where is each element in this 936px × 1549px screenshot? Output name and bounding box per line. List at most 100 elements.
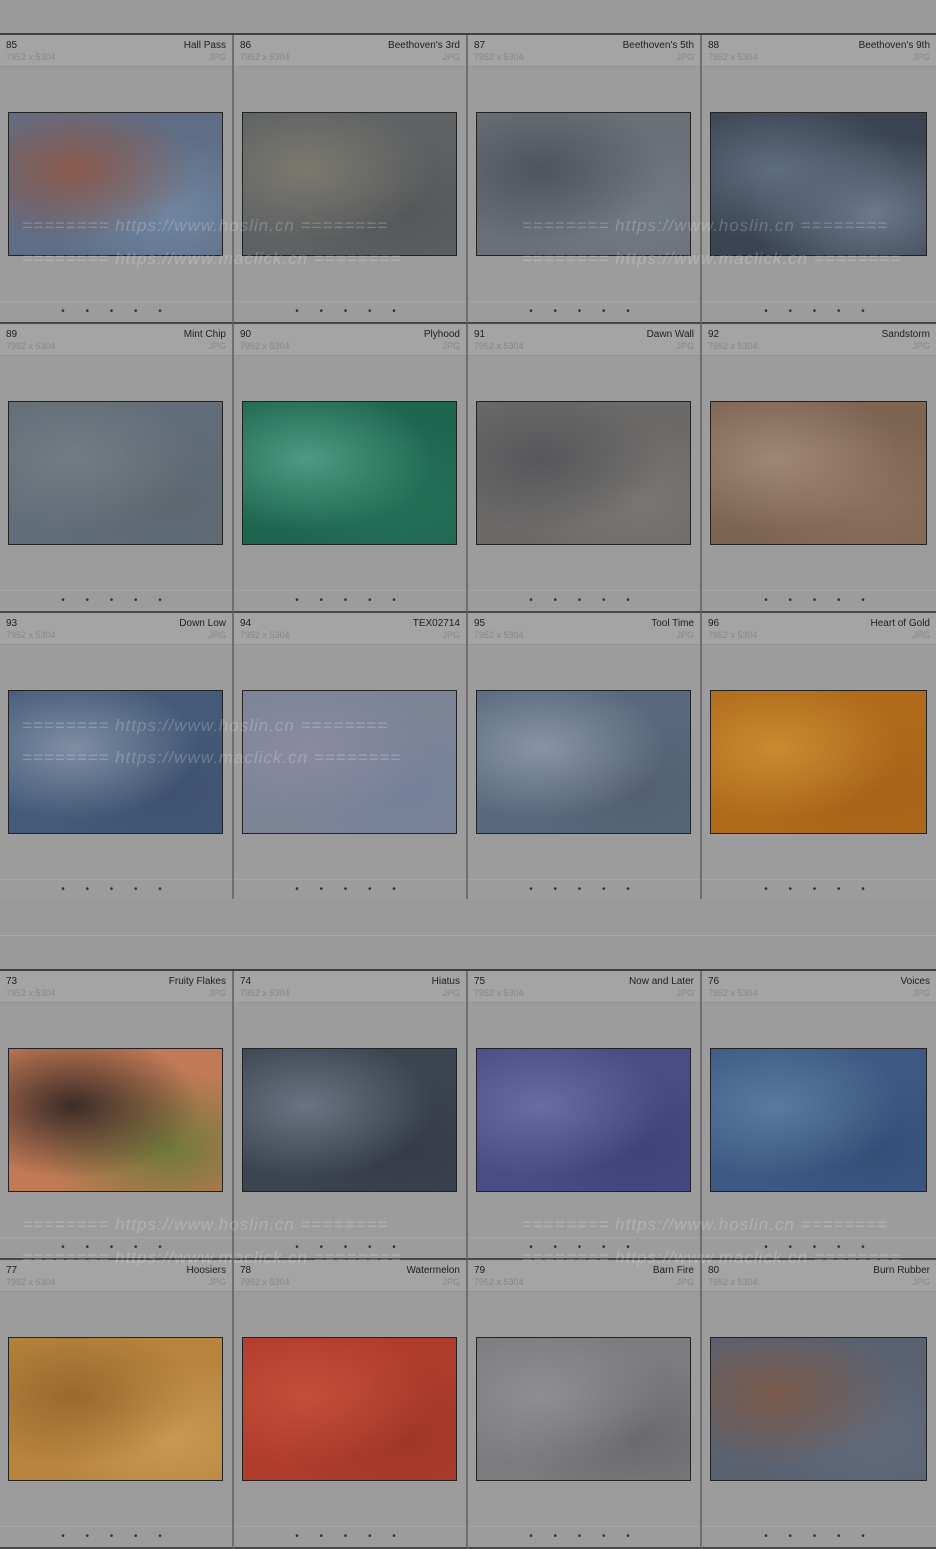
photo-grid-top: 85 Hall Pass 7952 x 5304 JPG • • • • • 86 Beet…: [0, 33, 936, 902]
photo-cell[interactable]: 90 Plyhood 7952 x 5304 JPG • • • • •: [234, 324, 468, 613]
photo-dimensions: 7952 x 5304: [240, 630, 290, 640]
rating-dots[interactable]: • • • • •: [468, 306, 700, 317]
photo-cell[interactable]: 76 Voices 7952 x 5304 JPG • • • • •: [702, 971, 936, 1260]
photo-cell[interactable]: 89 Mint Chip 7952 x 5304 JPG • • • • •: [0, 324, 234, 613]
photo-title: Hall Pass: [183, 40, 226, 51]
photo-cell[interactable]: 92 Sandstorm 7952 x 5304 JPG • • • • •: [702, 324, 936, 613]
rating-dots[interactable]: • • • • •: [702, 595, 936, 606]
cell-footer: • • • • •: [468, 1237, 700, 1258]
photo-filetype: JPG: [676, 52, 694, 62]
photo-thumbnail[interactable]: [476, 112, 691, 256]
rating-dots[interactable]: • • • • •: [234, 306, 466, 317]
photo-cell[interactable]: 73 Fruity Flakes 7952 x 5304 JPG • • • • •: [0, 971, 234, 1260]
photo-dimensions: 7952 x 5304: [474, 52, 524, 62]
cell-header: 73 Fruity Flakes 7952 x 5304 JPG: [0, 971, 232, 1003]
photo-filetype: JPG: [208, 988, 226, 998]
rating-dots[interactable]: • • • • •: [468, 1242, 700, 1253]
rating-dots[interactable]: • • • • •: [234, 595, 466, 606]
photo-dimensions: 7952 x 5304: [6, 52, 56, 62]
photo-thumbnail[interactable]: [476, 1337, 691, 1481]
photo-title: Tool Time: [651, 618, 694, 629]
photo-thumbnail[interactable]: [8, 1048, 223, 1192]
cell-header: 88 Beethoven's 9th 7952 x 5304 JPG: [702, 35, 936, 67]
photo-index: 76: [708, 976, 720, 987]
rating-dots[interactable]: • • • • •: [234, 884, 466, 895]
photo-filetype: JPG: [912, 52, 930, 62]
rating-dots[interactable]: • • • • •: [468, 595, 700, 606]
photo-thumbnail[interactable]: [8, 112, 223, 256]
photo-cell[interactable]: 93 Down Low 7952 x 5304 JPG • • • • •: [0, 613, 234, 902]
photo-cell[interactable]: 91 Dawn Wall 7952 x 5304 JPG • • • • •: [468, 324, 702, 613]
cell-header: 80 Burn Rubber 7952 x 5304 JPG: [702, 1260, 936, 1292]
photo-filetype: JPG: [208, 630, 226, 640]
photo-title: Heart of Gold: [870, 618, 930, 629]
photo-thumbnail[interactable]: [8, 401, 223, 545]
photo-thumbnail[interactable]: [242, 690, 457, 834]
rating-dots[interactable]: • • • • •: [0, 595, 232, 606]
photo-filetype: JPG: [442, 1277, 460, 1287]
photo-filetype: JPG: [912, 630, 930, 640]
rating-dots[interactable]: • • • • •: [0, 1242, 232, 1253]
photo-dimensions: 7952 x 5304: [474, 1277, 524, 1287]
photo-cell[interactable]: 88 Beethoven's 9th 7952 x 5304 JPG • • • • •: [702, 35, 936, 324]
rating-dots[interactable]: • • • • •: [234, 1242, 466, 1253]
photo-filetype: JPG: [442, 52, 460, 62]
photo-cell[interactable]: 86 Beethoven's 3rd 7952 x 5304 JPG • • • • •: [234, 35, 468, 324]
photo-cell[interactable]: 80 Burn Rubber 7952 x 5304 JPG • • • • •: [702, 1260, 936, 1549]
photo-thumbnail[interactable]: [710, 112, 927, 256]
photo-cell[interactable]: 79 Barn Fire 7952 x 5304 JPG • • • • •: [468, 1260, 702, 1549]
photo-thumbnail[interactable]: [242, 1337, 457, 1481]
photo-filetype: JPG: [442, 341, 460, 351]
rating-dots[interactable]: • • • • •: [234, 1531, 466, 1542]
photo-thumbnail[interactable]: [8, 1337, 223, 1481]
photo-dimensions: 7952 x 5304: [6, 341, 56, 351]
rating-dots[interactable]: • • • • •: [0, 306, 232, 317]
rating-dots[interactable]: • • • • •: [0, 884, 232, 895]
cell-footer: • • • • •: [234, 1237, 466, 1258]
photo-filetype: JPG: [442, 988, 460, 998]
photo-thumbnail[interactable]: [242, 112, 457, 256]
photo-dimensions: 7952 x 5304: [474, 988, 524, 998]
rating-dots[interactable]: • • • • •: [702, 1242, 936, 1253]
cell-footer: • • • • •: [0, 590, 232, 611]
photo-thumbnail[interactable]: [710, 690, 927, 834]
photo-cell[interactable]: 96 Heart of Gold 7952 x 5304 JPG • • • • •: [702, 613, 936, 902]
photo-cell[interactable]: 78 Watermelon 7952 x 5304 JPG • • • • •: [234, 1260, 468, 1549]
photo-index: 96: [708, 618, 720, 629]
photo-cell[interactable]: 74 Hiatus 7952 x 5304 JPG • • • • •: [234, 971, 468, 1260]
photo-dimensions: 7952 x 5304: [240, 1277, 290, 1287]
photo-thumbnail[interactable]: [476, 1048, 691, 1192]
photo-index: 80: [708, 1265, 720, 1276]
rating-dots[interactable]: • • • • •: [468, 884, 700, 895]
photo-thumbnail[interactable]: [710, 1048, 927, 1192]
photo-cell[interactable]: 87 Beethoven's 5th 7952 x 5304 JPG • • • • •: [468, 35, 702, 324]
photo-title: Fruity Flakes: [168, 976, 226, 987]
photo-cell[interactable]: 94 TEX02714 7952 x 5304 JPG • • • • •: [234, 613, 468, 902]
cell-footer: • • • • •: [0, 301, 232, 322]
photo-cell[interactable]: 75 Now and Later 7952 x 5304 JPG • • • • •: [468, 971, 702, 1260]
photo-thumbnail[interactable]: [8, 690, 223, 834]
photo-filetype: JPG: [208, 52, 226, 62]
photo-thumbnail[interactable]: [476, 401, 691, 545]
rating-dots[interactable]: • • • • •: [702, 1531, 936, 1542]
photo-cell[interactable]: 85 Hall Pass 7952 x 5304 JPG • • • • •: [0, 35, 234, 324]
rating-dots[interactable]: • • • • •: [702, 884, 936, 895]
photo-thumbnail[interactable]: [710, 401, 927, 545]
photo-thumbnail[interactable]: [710, 1337, 927, 1481]
photo-title: Mint Chip: [183, 329, 226, 340]
photo-cell[interactable]: 95 Tool Time 7952 x 5304 JPG • • • • •: [468, 613, 702, 902]
photo-dimensions: 7952 x 5304: [708, 988, 758, 998]
rating-dots[interactable]: • • • • •: [468, 1531, 700, 1542]
photo-thumbnail[interactable]: [476, 690, 691, 834]
photo-dimensions: 7952 x 5304: [708, 341, 758, 351]
photo-thumbnail[interactable]: [242, 401, 457, 545]
rating-dots[interactable]: • • • • •: [702, 306, 936, 317]
photo-filetype: JPG: [676, 988, 694, 998]
photo-index: 95: [474, 618, 486, 629]
photo-filetype: JPG: [912, 341, 930, 351]
photo-cell[interactable]: 77 Hoosiers 7952 x 5304 JPG • • • • •: [0, 1260, 234, 1549]
photo-title: Down Low: [179, 618, 226, 629]
photo-thumbnail[interactable]: [242, 1048, 457, 1192]
rating-dots[interactable]: • • • • •: [0, 1531, 232, 1542]
cell-header: 74 Hiatus 7952 x 5304 JPG: [234, 971, 466, 1003]
